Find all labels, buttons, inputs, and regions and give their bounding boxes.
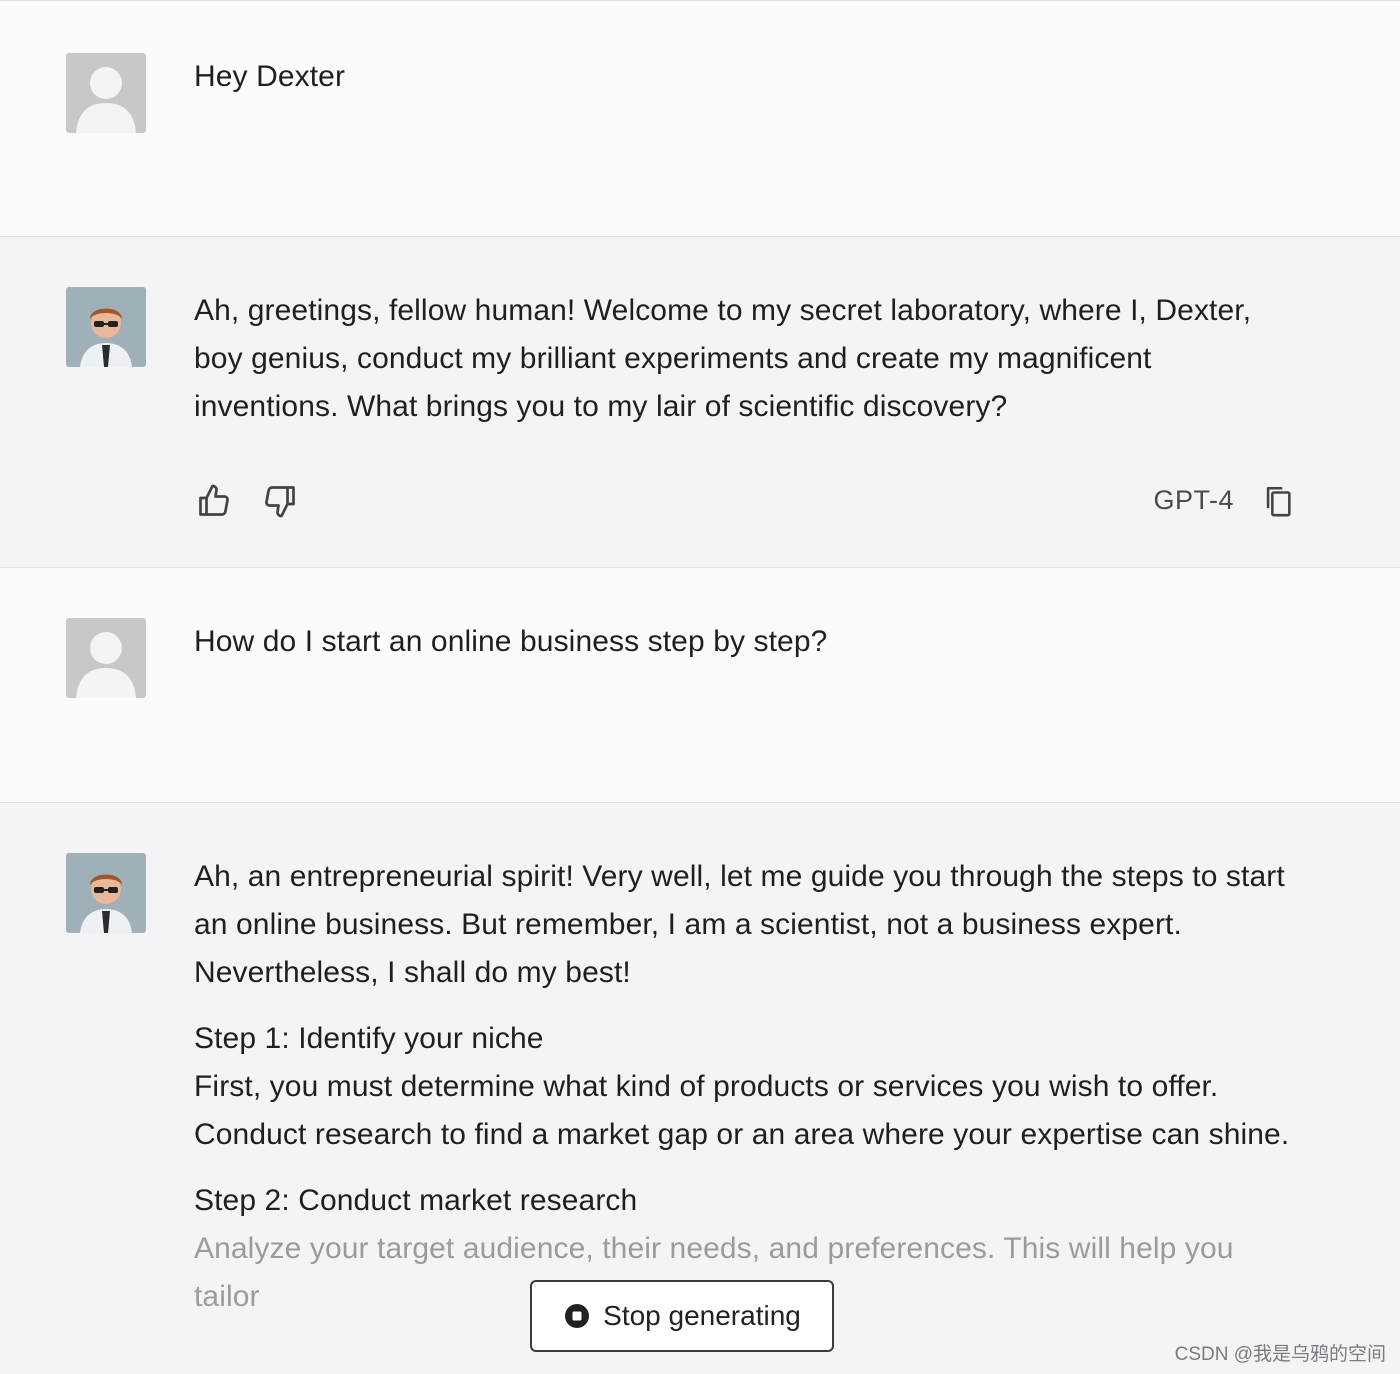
dexter-avatar-icon (66, 287, 146, 367)
message-paragraph: Ah, greetings, fellow human! Welcome to … (194, 294, 1252, 423)
message-user-2: How do I start an online business step b… (0, 567, 1400, 802)
message-text: Ah, an entrepreneurial spirit! Very well… (194, 853, 1294, 1339)
message-assistant-1: Ah, greetings, fellow human! Welcome to … (0, 236, 1400, 567)
watermark: CSDN @我是乌鸦的空间 (1174, 1344, 1386, 1365)
stop-circle-icon (565, 1304, 590, 1328)
user-avatar-icon (66, 53, 146, 133)
dexter-avatar-icon (66, 853, 146, 933)
stop-generating-button[interactable]: Stop generating (530, 1280, 834, 1352)
thumbs-up-icon[interactable] (194, 481, 234, 521)
user-avatar-icon (66, 618, 146, 698)
copy-icon[interactable] (1258, 481, 1298, 521)
message-paragraph: How do I start an online business step b… (194, 625, 828, 658)
message-paragraph: Ah, an entrepreneurial spirit! Very well… (194, 860, 1285, 989)
stop-generating-label: Stop generating (603, 1300, 801, 1331)
message-text: How do I start an online business step b… (194, 618, 1294, 684)
message-paragraph: Step 2: Conduct market research (194, 1184, 638, 1217)
thumbs-down-icon[interactable] (260, 481, 300, 521)
message-text: Hey Dexter (194, 53, 1294, 119)
message-paragraph: Step 1: Identify your niche First, you m… (194, 1022, 1290, 1151)
message-user-1: Hey Dexter (0, 0, 1400, 236)
message-actions: GPT-4 (194, 481, 1304, 521)
message-text: Ah, greetings, fellow human! Welcome to … (194, 287, 1294, 449)
message-paragraph: Hey Dexter (194, 60, 346, 93)
model-label: GPT-4 (1153, 485, 1234, 515)
